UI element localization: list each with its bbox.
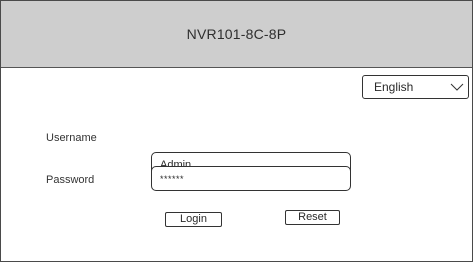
- username-label: Username: [46, 132, 97, 144]
- device-title: NVR101-8C-8P: [186, 26, 287, 42]
- login-window: NVR101-8C-8P English Username Admin Pass…: [0, 0, 473, 262]
- login-button[interactable]: Login: [165, 212, 222, 227]
- language-selected-value: English: [374, 80, 414, 94]
- chevron-down-icon: [450, 83, 464, 91]
- language-select[interactable]: English: [362, 75, 469, 99]
- reset-button[interactable]: Reset: [285, 210, 340, 225]
- password-label: Password: [46, 174, 95, 186]
- password-field[interactable]: ******: [151, 166, 351, 191]
- header-bar: NVR101-8C-8P: [1, 1, 472, 68]
